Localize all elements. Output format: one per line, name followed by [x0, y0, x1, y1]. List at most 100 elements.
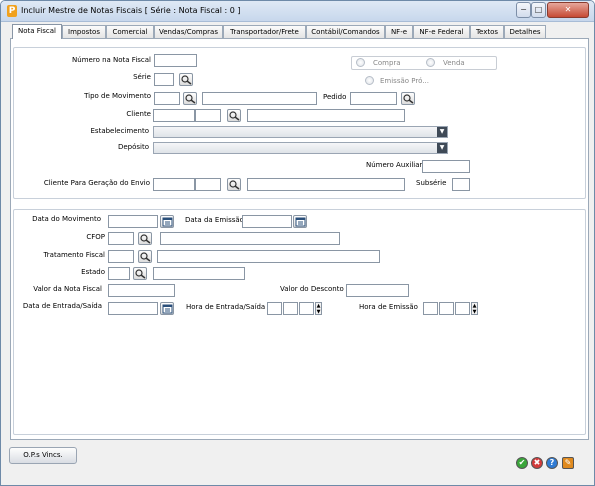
calendar-icon [162, 304, 173, 314]
tab-textos[interactable]: Textos [470, 25, 504, 38]
cliente-code-input[interactable] [153, 109, 195, 122]
estado-code-input[interactable] [108, 267, 130, 280]
search-icon [185, 94, 196, 104]
app-logo-icon: P [7, 5, 17, 17]
venda-label: Venda [443, 59, 465, 67]
tab-vendas-compras[interactable]: Vendas/Compras [154, 25, 223, 38]
tab-nfe[interactable]: NF-e [385, 25, 413, 38]
data-emissao-calendar-button[interactable] [293, 215, 307, 228]
tab-nfe-federal[interactable]: NF-e Federal [413, 25, 470, 38]
title-bar: P Incluir Mestre de Notas Fiscais [ Séri… [1, 1, 594, 22]
maximize-button[interactable]: □ [531, 2, 546, 18]
hora-entrada-saida-spinner[interactable]: ▲ ▼ [315, 302, 322, 315]
estado-search-button[interactable] [133, 267, 147, 280]
tab-comercial[interactable]: Comercial [106, 25, 154, 38]
subserie-label: Subsérie [416, 179, 447, 187]
tab-impostos[interactable]: Impostos [62, 25, 106, 38]
pedido-search-button[interactable] [401, 92, 415, 105]
data-entrada-saida-input[interactable] [108, 302, 158, 315]
deposito-select[interactable]: ▼ [153, 142, 448, 154]
numero-nota-input[interactable] [154, 54, 197, 67]
estabelecimento-select[interactable]: ▼ [153, 126, 448, 138]
calendar-icon [295, 217, 306, 227]
cliente-label: Cliente [126, 110, 151, 118]
tipo-movimento-search-button[interactable] [183, 92, 197, 105]
hora-entrada-saida-mm-input[interactable] [283, 302, 298, 315]
cfop-label: CFOP [86, 233, 105, 241]
cliente-envio-name-input[interactable] [247, 178, 405, 191]
compra-radio[interactable] [356, 58, 365, 67]
tipo-movimento-code-input[interactable] [154, 92, 180, 105]
tratamento-fiscal-desc-input[interactable] [157, 250, 380, 263]
hora-emissao-spinner[interactable]: ▲ ▼ [471, 302, 478, 315]
estado-label: Estado [81, 268, 105, 276]
emissao-propria-radio[interactable] [365, 76, 374, 85]
hora-entrada-saida-label: Hora de Entrada/Saída [186, 303, 266, 311]
minimize-button[interactable]: − [516, 2, 531, 18]
window-title: Incluir Mestre de Notas Fiscais [ Série … [21, 6, 241, 15]
numero-nota-label: Número na Nota Fiscal [72, 56, 151, 64]
hora-emissao-ss-input[interactable] [455, 302, 470, 315]
data-entrada-saida-label: Data de Entrada/Saída [22, 302, 102, 310]
data-movimento-calendar-button[interactable] [160, 215, 174, 228]
hora-emissao-mm-input[interactable] [439, 302, 454, 315]
cliente-store-input[interactable] [195, 109, 221, 122]
hora-emissao-label: Hora de Emissão [359, 303, 418, 311]
cancel-button[interactable]: ✖ [531, 457, 543, 469]
data-movimento-input[interactable] [108, 215, 158, 228]
serie-search-button[interactable] [179, 73, 193, 86]
tipo-movimento-desc-input[interactable] [202, 92, 317, 105]
valor-nota-label: Valor da Nota Fiscal [33, 285, 102, 293]
tratamento-fiscal-search-button[interactable] [138, 250, 152, 263]
hora-emissao-hh-input[interactable] [423, 302, 438, 315]
cliente-name-input[interactable] [247, 109, 405, 122]
cliente-envio-store-input[interactable] [195, 178, 221, 191]
search-icon [140, 234, 151, 244]
cliente-envio-code-input[interactable] [153, 178, 195, 191]
deposito-label: Depósito [117, 143, 149, 151]
hora-entrada-saida-hh-input[interactable] [267, 302, 282, 315]
confirm-button[interactable]: ✔ [516, 457, 528, 469]
search-icon [135, 269, 146, 279]
pedido-label: Pedido [323, 93, 347, 101]
tab-content-nota-fiscal: Número na Nota Fiscal Compra Venda Série… [10, 38, 589, 440]
chevron-down-icon: ▼ [437, 127, 447, 137]
numero-auxiliar-label: Número Auxiliar [366, 161, 423, 169]
search-icon [229, 180, 240, 190]
venda-radio[interactable] [426, 58, 435, 67]
calendar-icon [162, 217, 173, 227]
tratamento-fiscal-code-input[interactable] [108, 250, 134, 263]
emissao-propria-label: Emissão Pró... [380, 77, 429, 85]
tools-button[interactable]: ✎ [562, 457, 574, 469]
cliente-envio-label: Cliente Para Geração do Envio [43, 179, 150, 187]
valor-desconto-input[interactable] [346, 284, 409, 297]
hora-entrada-saida-ss-input[interactable] [299, 302, 314, 315]
tab-detalhes[interactable]: Detalhes [504, 25, 546, 38]
cliente-search-button[interactable] [227, 109, 241, 122]
tab-contabil-comandos[interactable]: Contábil/Comandos [306, 25, 385, 38]
cfop-search-button[interactable] [138, 232, 152, 245]
numero-auxiliar-input[interactable] [422, 160, 470, 173]
header-panel [13, 47, 586, 199]
search-icon [229, 111, 240, 121]
search-icon [140, 252, 151, 262]
subserie-input[interactable] [452, 178, 470, 191]
cfop-code-input[interactable] [108, 232, 134, 245]
tab-nota-fiscal[interactable]: Nota Fiscal [12, 24, 62, 39]
cfop-desc-input[interactable] [160, 232, 340, 245]
search-icon [181, 75, 192, 85]
estado-desc-input[interactable] [153, 267, 245, 280]
serie-input[interactable] [154, 73, 174, 86]
ops-vinculadas-button[interactable]: O.P.s Vincs. [9, 447, 77, 464]
data-entrada-saida-calendar-button[interactable] [160, 302, 174, 315]
cliente-envio-search-button[interactable] [227, 178, 241, 191]
data-emissao-input[interactable] [242, 215, 292, 228]
close-button[interactable]: ✕ [547, 2, 589, 18]
pedido-input[interactable] [350, 92, 397, 105]
tipo-movimento-label: Tipo de Movimento [84, 92, 151, 100]
valor-desconto-label: Valor do Desconto [280, 285, 344, 293]
valor-nota-input[interactable] [108, 284, 175, 297]
help-button[interactable]: ? [546, 457, 558, 469]
search-icon [403, 94, 414, 104]
tab-transportador-frete[interactable]: Transportador/Frete [223, 25, 306, 38]
